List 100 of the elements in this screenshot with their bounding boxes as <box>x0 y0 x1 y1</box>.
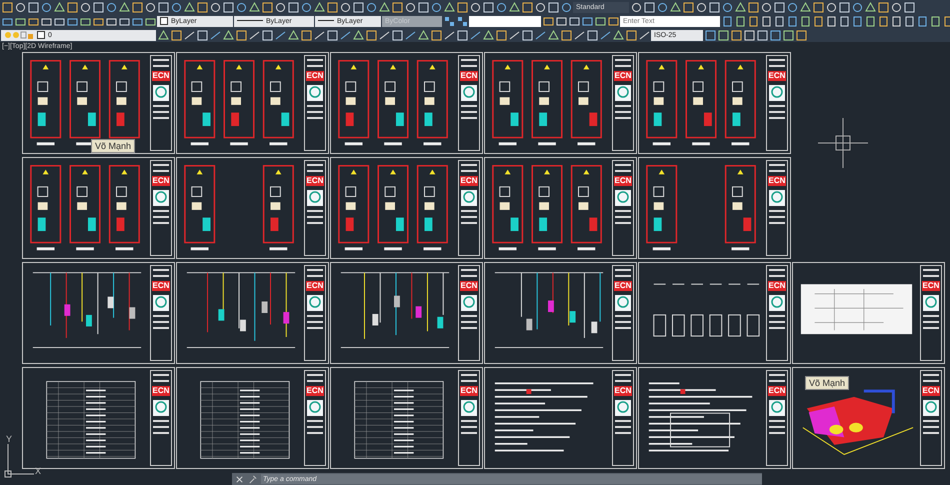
tool-icon[interactable] <box>209 1 221 13</box>
tool-icon[interactable] <box>877 15 889 27</box>
tool-icon[interactable] <box>916 15 928 27</box>
tool-icon[interactable] <box>300 1 312 13</box>
tool-icon[interactable] <box>170 29 182 41</box>
tool-icon[interactable] <box>1 1 13 13</box>
tool-icon[interactable] <box>469 29 481 41</box>
tool-icon[interactable] <box>508 1 520 13</box>
tool-icon[interactable] <box>352 1 364 13</box>
tool-icon[interactable] <box>573 29 585 41</box>
tool-icon[interactable] <box>695 1 707 13</box>
tool-icon[interactable] <box>795 29 807 41</box>
tool-icon[interactable] <box>248 29 260 41</box>
tool-icon[interactable] <box>717 29 729 41</box>
tool-icon[interactable] <box>92 1 104 13</box>
tool-icon[interactable] <box>555 15 567 27</box>
input-field[interactable] <box>469 16 541 26</box>
tool-icon[interactable] <box>53 1 65 13</box>
tool-icon[interactable] <box>235 29 247 41</box>
tool-icon[interactable] <box>786 15 798 27</box>
tool-icon[interactable] <box>391 29 403 41</box>
tool-icon[interactable] <box>66 1 78 13</box>
tool-icon[interactable] <box>352 29 364 41</box>
tool-icon[interactable] <box>560 29 572 41</box>
tool-icon[interactable] <box>248 1 260 13</box>
tool-icon[interactable] <box>287 29 299 41</box>
tool-icon[interactable] <box>274 1 286 13</box>
tool-icon[interactable] <box>721 1 733 13</box>
tool-icon[interactable] <box>157 29 169 41</box>
tool-icon[interactable] <box>183 1 195 13</box>
tool-icon[interactable] <box>542 15 554 27</box>
tool-icon[interactable] <box>274 29 286 41</box>
tool-icon[interactable] <box>456 15 468 27</box>
tool-icon[interactable] <box>747 15 759 27</box>
tool-icon[interactable] <box>656 1 668 13</box>
tool-icon[interactable] <box>157 1 169 13</box>
tool-icon[interactable] <box>734 1 746 13</box>
tool-icon[interactable] <box>118 1 130 13</box>
tool-icon[interactable] <box>521 29 533 41</box>
tool-icon[interactable] <box>625 29 637 41</box>
tool-icon[interactable] <box>170 1 182 13</box>
tool-icon[interactable] <box>378 29 390 41</box>
tool-icon[interactable] <box>903 15 915 27</box>
tool-icon[interactable] <box>851 15 863 27</box>
tool-icon[interactable] <box>105 1 117 13</box>
tool-icon[interactable] <box>430 29 442 41</box>
tool-icon[interactable] <box>404 29 416 41</box>
tool-icon[interactable] <box>756 29 768 41</box>
tool-icon[interactable] <box>326 29 338 41</box>
tool-icon[interactable] <box>929 15 941 27</box>
tool-icon[interactable] <box>183 29 195 41</box>
tool-icon[interactable] <box>287 1 299 13</box>
tool-icon[interactable] <box>838 15 850 27</box>
tool-icon[interactable] <box>851 1 863 13</box>
tool-icon[interactable] <box>782 29 794 41</box>
tool-icon[interactable] <box>469 1 481 13</box>
tool-icon[interactable] <box>131 1 143 13</box>
tool-icon[interactable] <box>365 1 377 13</box>
tool-icon[interactable] <box>890 15 902 27</box>
tool-icon[interactable] <box>890 1 902 13</box>
tool-icon[interactable] <box>222 1 234 13</box>
tool-icon[interactable] <box>730 29 742 41</box>
close-icon[interactable] <box>235 474 244 484</box>
tool-icon[interactable] <box>443 29 455 41</box>
tool-icon[interactable] <box>704 29 716 41</box>
tool-icon[interactable] <box>482 29 494 41</box>
tool-icon[interactable] <box>443 15 455 27</box>
tool-icon[interactable] <box>760 15 772 27</box>
tool-icon[interactable] <box>599 29 611 41</box>
tool-icon[interactable] <box>365 29 377 41</box>
tool-icon[interactable] <box>581 15 593 27</box>
tool-icon[interactable] <box>456 29 468 41</box>
tool-icon[interactable] <box>638 29 650 41</box>
tool-icon[interactable] <box>825 1 837 13</box>
tool-icon[interactable] <box>547 29 559 41</box>
tool-icon[interactable] <box>339 1 351 13</box>
tool-icon[interactable] <box>391 1 403 13</box>
tool-icon[interactable] <box>40 1 52 13</box>
tool-icon[interactable] <box>534 1 546 13</box>
tool-icon[interactable] <box>864 15 876 27</box>
tool-icon[interactable] <box>682 1 694 13</box>
tool-icon[interactable] <box>594 15 606 27</box>
tool-icon[interactable] <box>417 29 429 41</box>
tool-icon[interactable] <box>222 29 234 41</box>
tool-icon[interactable] <box>508 29 520 41</box>
tool-icon[interactable] <box>521 1 533 13</box>
tool-icon[interactable] <box>568 15 580 27</box>
tool-icon[interactable] <box>534 29 546 41</box>
tool-icon[interactable] <box>734 15 746 27</box>
tool-icon[interactable] <box>378 1 390 13</box>
tool-icon[interactable] <box>773 1 785 13</box>
tool-icon[interactable] <box>838 1 850 13</box>
tool-icon[interactable] <box>743 29 755 41</box>
tool-icon[interactable] <box>877 1 889 13</box>
tool-icon[interactable] <box>339 29 351 41</box>
tool-icon[interactable] <box>313 29 325 41</box>
tool-icon[interactable] <box>799 15 811 27</box>
tool-icon[interactable] <box>812 15 824 27</box>
tool-icon[interactable] <box>300 29 312 41</box>
tool-icon[interactable] <box>586 29 598 41</box>
